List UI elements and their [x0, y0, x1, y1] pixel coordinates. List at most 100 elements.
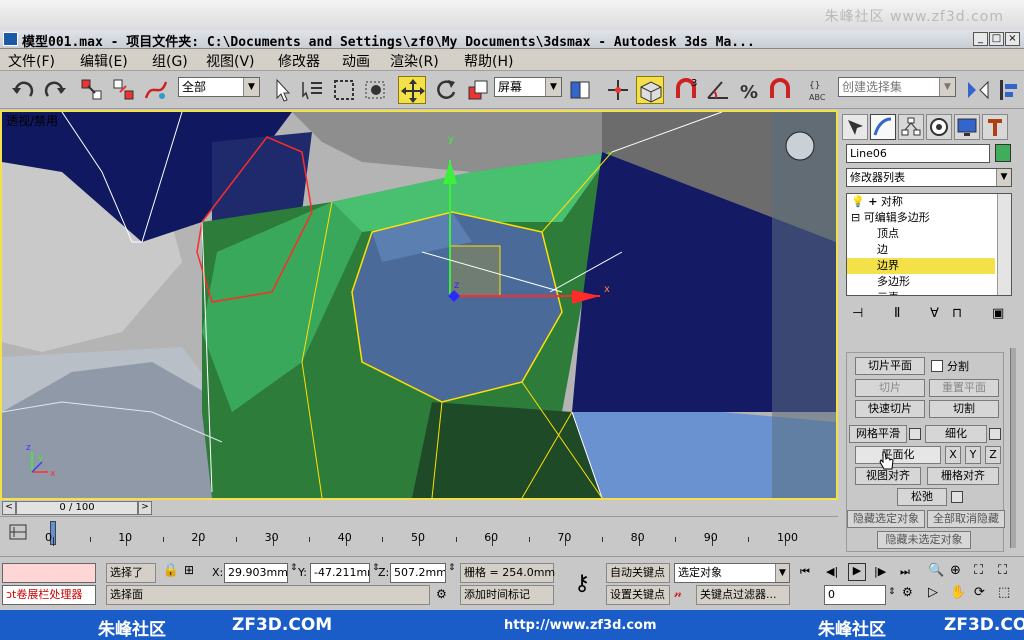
- stack-item-border[interactable]: 边界: [847, 258, 995, 274]
- menu-modifiers[interactable]: 修改器: [278, 51, 320, 71]
- hide-selected-button[interactable]: 隐藏选定对象: [847, 510, 925, 528]
- z-spinner-icon[interactable]: ⇕: [448, 563, 456, 573]
- script-error-field[interactable]: ɔt卷展栏处理器: [2, 585, 96, 605]
- quickslice-button[interactable]: 快速切片: [855, 400, 925, 418]
- reference-coordinate-dropdown[interactable]: 屏幕 ▼: [494, 77, 562, 97]
- maximize-button[interactable]: □: [989, 32, 1004, 46]
- stack-scrollbar[interactable]: [997, 194, 1011, 295]
- utilities-tab-icon[interactable]: [982, 114, 1008, 140]
- curve-editor-icon[interactable]: [8, 523, 30, 543]
- display-tab-icon[interactable]: [954, 114, 980, 140]
- move-icon[interactable]: [398, 76, 426, 104]
- app-icon[interactable]: [3, 32, 18, 46]
- time-configuration-icon[interactable]: ⚙: [902, 585, 922, 605]
- cut-button[interactable]: 切割: [929, 400, 999, 418]
- select-link-icon[interactable]: [78, 76, 106, 104]
- align-icon[interactable]: [994, 76, 1022, 104]
- planar-x-button[interactable]: X: [945, 446, 961, 464]
- go-to-end-icon[interactable]: ⏭: [900, 565, 910, 579]
- maximize-viewport-icon[interactable]: ⬚: [998, 585, 1010, 600]
- time-slider-thumb[interactable]: 0 / 100: [16, 501, 138, 515]
- viewport-label[interactable]: 透视/禁用: [6, 112, 58, 129]
- relax-button[interactable]: 松弛: [897, 488, 947, 506]
- planar-z-button[interactable]: Z: [985, 446, 1001, 464]
- set-key-button[interactable]: 设置关键点: [606, 585, 670, 605]
- next-frame-icon[interactable]: |▶: [874, 565, 886, 578]
- rectangular-selection-icon[interactable]: [330, 76, 358, 104]
- menu-file[interactable]: 文件(F): [8, 51, 55, 71]
- keyboard-shortcut-override-icon[interactable]: [636, 76, 664, 104]
- previous-frame-icon[interactable]: ◀|: [826, 565, 838, 578]
- zoom-icon[interactable]: 🔍: [928, 563, 944, 578]
- configure-sets-icon[interactable]: ▣: [992, 306, 1004, 321]
- meshsmooth-button[interactable]: 网格平滑: [849, 425, 907, 443]
- modifier-stack[interactable]: 💡 + 对称 ⊟ 可编辑多边形 顶点 边 边界 多边形 元素: [846, 193, 1012, 296]
- y-coordinate-field[interactable]: -47.211mm: [310, 563, 370, 583]
- panel-scrollbar[interactable]: [1010, 348, 1016, 548]
- absolute-mode-icon[interactable]: ⊞: [184, 563, 206, 583]
- play-icon[interactable]: ▶: [848, 563, 866, 581]
- mirror-icon[interactable]: [964, 76, 992, 104]
- slice-button[interactable]: 切片: [855, 379, 925, 397]
- zoom-extents-icon[interactable]: ⛶: [974, 563, 983, 578]
- selection-filter-dropdown[interactable]: 全部 ▼: [178, 77, 260, 97]
- show-end-result-icon[interactable]: Ⅱ: [894, 306, 900, 321]
- menu-edit[interactable]: 编辑(E): [80, 51, 128, 71]
- default-tangent-icon[interactable]: 𝓃: [674, 586, 692, 604]
- planar-y-button[interactable]: Y: [965, 446, 981, 464]
- time-slider[interactable]: < 0 / 100 >: [0, 500, 838, 516]
- motion-tab-icon[interactable]: [926, 114, 952, 140]
- pivot-center-icon[interactable]: [566, 76, 594, 104]
- select-manipulate-icon[interactable]: [604, 76, 632, 104]
- tessellate-settings-button[interactable]: [989, 428, 1001, 440]
- snaps-toggle-icon[interactable]: 3: [672, 76, 700, 104]
- split-checkbox[interactable]: [931, 360, 943, 372]
- set-key-icon[interactable]: ⚷: [562, 563, 602, 605]
- remove-modifier-icon[interactable]: ⊓: [952, 306, 962, 321]
- z-coordinate-field[interactable]: 507.2mm: [390, 563, 446, 583]
- auto-key-button[interactable]: 自动关键点: [606, 563, 670, 583]
- create-tab-icon[interactable]: [842, 114, 868, 140]
- lock-selection-icon[interactable]: 🔒: [162, 563, 180, 583]
- stack-item-element[interactable]: 元素: [847, 290, 995, 295]
- menu-group[interactable]: 组(G): [152, 51, 188, 71]
- time-tag-icon[interactable]: ⚙: [436, 587, 454, 605]
- make-planar-button[interactable]: 平面化: [855, 446, 941, 464]
- bind-spacewarp-icon[interactable]: [142, 76, 170, 104]
- meshsmooth-settings-button[interactable]: [909, 428, 921, 440]
- named-selection-dropdown[interactable]: 创建选择集 ▼: [838, 77, 956, 97]
- x-coordinate-field[interactable]: 29.903mm: [224, 563, 288, 583]
- zoom-extents-all-icon[interactable]: ⛶: [998, 563, 1007, 578]
- spinner-snap-icon[interactable]: [766, 76, 794, 104]
- x-spinner-icon[interactable]: ⇕: [290, 563, 298, 573]
- go-to-start-icon[interactable]: ⏮: [800, 565, 810, 579]
- arc-rotate-icon[interactable]: ⟳: [974, 585, 985, 600]
- window-crossing-icon[interactable]: [362, 76, 390, 104]
- slider-next-icon[interactable]: >: [138, 501, 152, 515]
- menu-animation[interactable]: 动画: [342, 51, 370, 71]
- stack-item-vertex[interactable]: 顶点: [847, 226, 995, 242]
- pan-icon[interactable]: ✋: [950, 585, 966, 600]
- select-by-name-icon[interactable]: [298, 76, 326, 104]
- unhide-all-button[interactable]: 全部取消隐藏: [927, 510, 1005, 528]
- hierarchy-tab-icon[interactable]: [898, 114, 924, 140]
- make-unique-icon[interactable]: ∀: [930, 306, 939, 321]
- undo-icon[interactable]: [10, 76, 38, 104]
- object-name-field[interactable]: Line06: [846, 144, 990, 163]
- stack-item-symmetry[interactable]: 💡 + 对称: [847, 194, 995, 210]
- unlink-icon[interactable]: [110, 76, 138, 104]
- zoom-all-icon[interactable]: ⊕: [950, 563, 961, 578]
- grid-align-button[interactable]: 栅格对齐: [927, 467, 999, 485]
- stack-item-edge[interactable]: 边: [847, 242, 995, 258]
- minimize-button[interactable]: _: [973, 32, 988, 46]
- hide-unselected-button[interactable]: 隐藏未选定对象: [877, 531, 971, 549]
- redo-icon[interactable]: [40, 76, 68, 104]
- modifier-list-dropdown[interactable]: 修改器列表 ▼: [846, 168, 1012, 187]
- menu-render[interactable]: 渲染(R): [390, 51, 439, 71]
- stack-item-polygon[interactable]: 多边形: [847, 274, 995, 290]
- slice-plane-button[interactable]: 切片平面: [855, 357, 925, 375]
- reset-plane-button[interactable]: 重置平面: [929, 379, 999, 397]
- slider-prev-icon[interactable]: <: [2, 501, 16, 515]
- field-of-view-icon[interactable]: ▷: [928, 585, 938, 600]
- object-color-swatch[interactable]: [995, 144, 1011, 162]
